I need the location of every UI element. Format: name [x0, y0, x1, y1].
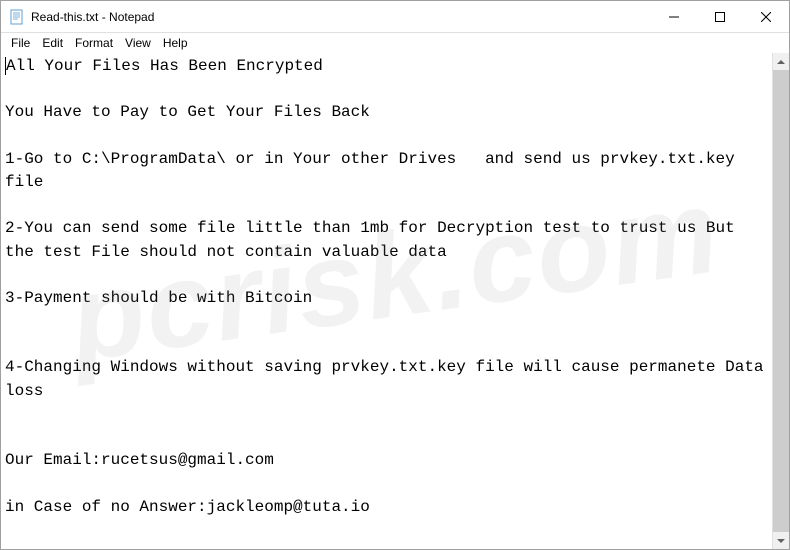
text-line: 3-Payment should be with Bitcoin [5, 289, 312, 307]
text-line: All Your Files Has Been Encrypted [6, 57, 323, 75]
content-area: All Your Files Has Been Encrypted You Ha… [1, 53, 789, 549]
window-controls [651, 1, 789, 32]
text-line: 4-Changing Windows without saving prvkey… [5, 358, 772, 399]
notepad-icon [9, 9, 25, 25]
menu-help[interactable]: Help [157, 34, 194, 52]
scroll-up-button[interactable] [773, 53, 789, 70]
menu-format[interactable]: Format [69, 34, 119, 52]
menu-edit[interactable]: Edit [36, 34, 69, 52]
vertical-scrollbar[interactable] [772, 53, 789, 549]
maximize-button[interactable] [697, 1, 743, 33]
text-line: 1-Go to C:\ProgramData\ or in Your other… [5, 150, 754, 191]
text-line: in Case of no Answer:jackleomp@tuta.io [5, 498, 370, 516]
window-title: Read-this.txt - Notepad [31, 10, 651, 24]
text-line: 2-You can send some file little than 1mb… [5, 219, 744, 260]
menu-file[interactable]: File [5, 34, 36, 52]
titlebar: Read-this.txt - Notepad [1, 1, 789, 33]
menubar: File Edit Format View Help [1, 33, 789, 53]
text-line: You Have to Pay to Get Your Files Back [5, 103, 370, 121]
scroll-track[interactable] [773, 70, 789, 532]
minimize-button[interactable] [651, 1, 697, 33]
text-editor[interactable]: All Your Files Has Been Encrypted You Ha… [1, 53, 772, 549]
menu-view[interactable]: View [119, 34, 157, 52]
scroll-down-button[interactable] [773, 532, 789, 549]
close-button[interactable] [743, 1, 789, 33]
text-line: Our Email:rucetsus@gmail.com [5, 451, 274, 469]
scroll-thumb[interactable] [773, 70, 789, 532]
notepad-window: Read-this.txt - Notepad File Edit Format… [0, 0, 790, 550]
